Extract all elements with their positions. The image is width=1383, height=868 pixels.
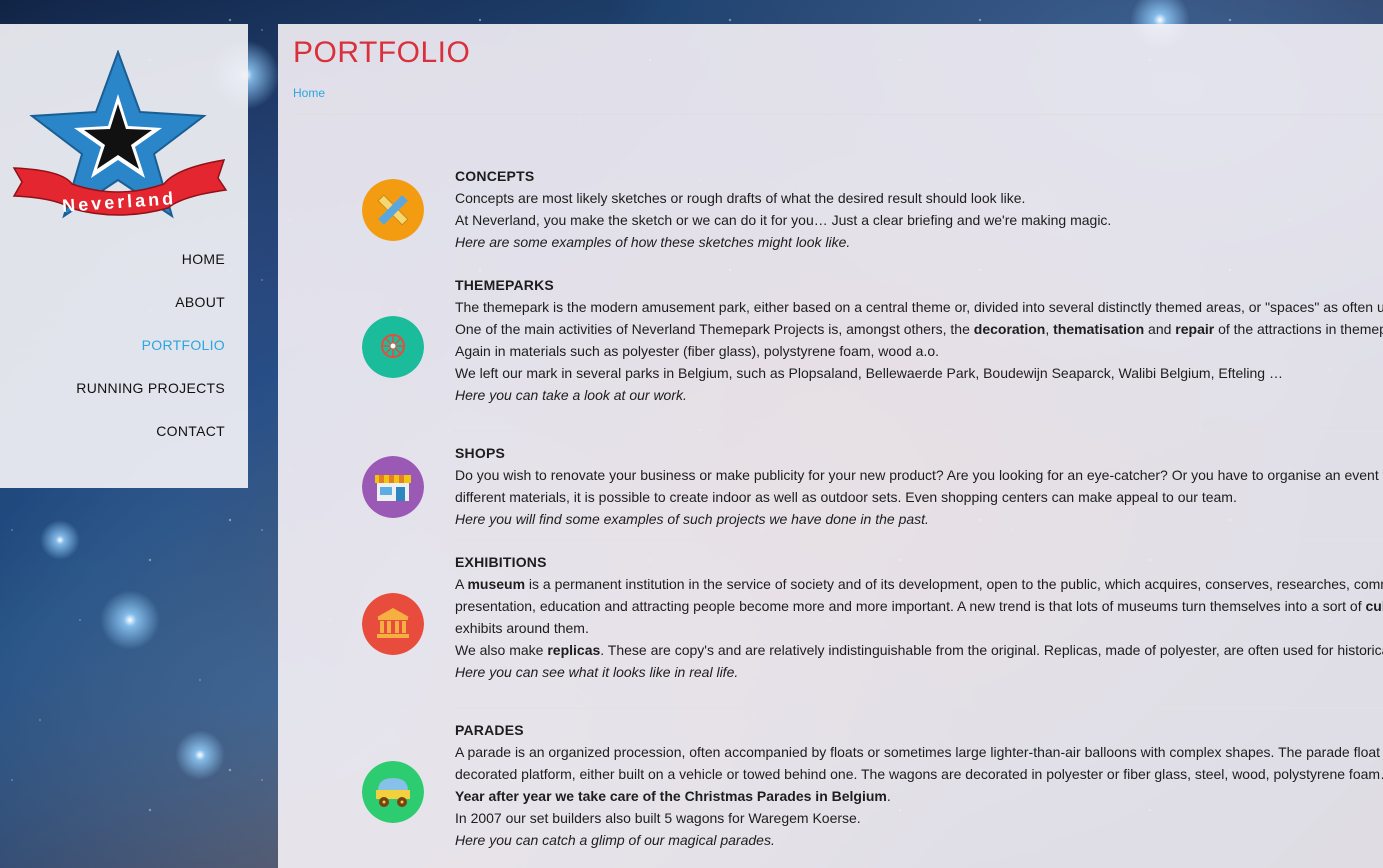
nav-running-projects[interactable]: RUNNING PROJECTS — [76, 379, 225, 422]
section-link[interactable]: Here you can see what it looks like in r… — [455, 664, 738, 680]
section-divider — [455, 431, 1383, 432]
star-flare — [100, 590, 160, 650]
shop-icon[interactable] — [362, 456, 424, 518]
section-text: At Neverland, you make the sketch or we … — [455, 212, 1112, 228]
section-text: exhibits around them. — [455, 620, 589, 636]
section-text: A parade is an organized procession, oft… — [455, 744, 1383, 760]
main-content: PORTFOLIO Home CONCEPTS Concepts are mos… — [278, 24, 1383, 868]
section-text: A museum is a permanent institution in t… — [455, 576, 1383, 592]
nav-portfolio[interactable]: PORTFOLIO — [76, 336, 225, 379]
section-link[interactable]: Here you will find some examples of such… — [455, 511, 929, 527]
page-title: PORTFOLIO — [293, 36, 471, 69]
pencil-ruler-icon[interactable] — [362, 179, 424, 241]
museum-icon[interactable] — [362, 593, 424, 655]
section-divider — [455, 540, 1383, 541]
section-link[interactable]: Here you can catch a glimp of our magica… — [455, 832, 775, 848]
section-divider — [455, 263, 1383, 264]
section-title: PARADES — [455, 722, 524, 738]
section-text: Year after year we take care of the Chri… — [455, 788, 891, 804]
breadcrumb-home[interactable]: Home — [293, 86, 325, 100]
section-text: Do you wish to renovate your business or… — [455, 467, 1383, 483]
section-text: presentation, education and attracting p… — [455, 598, 1383, 614]
section-text: decorated platform, either built on a ve… — [455, 766, 1383, 782]
sidebar: Neverland HOME ABOUT PORTFOLIO RUNNING P… — [0, 24, 248, 488]
section-text: We left our mark in several parks in Bel… — [455, 365, 1283, 381]
section-text: Concepts are most likely sketches or rou… — [455, 190, 1026, 206]
section-title: SHOPS — [455, 445, 506, 461]
section-text: Again in materials such as polyester (fi… — [455, 343, 940, 359]
main-nav: HOME ABOUT PORTFOLIO RUNNING PROJECTS CO… — [76, 250, 225, 465]
nav-about[interactable]: ABOUT — [76, 293, 225, 336]
section-title: CONCEPTS — [455, 168, 535, 184]
star-flare — [40, 520, 80, 560]
section-title: EXHIBITIONS — [455, 554, 547, 570]
section-text: We also make replicas. These are copy's … — [455, 642, 1383, 658]
nav-contact[interactable]: CONTACT — [76, 422, 225, 465]
section-text: In 2007 our set builders also built 5 wa… — [455, 810, 861, 826]
section-link[interactable]: Here you can take a look at our work. — [455, 387, 687, 403]
section-text: different materials, it is possible to c… — [455, 489, 1237, 505]
breadcrumb-divider — [293, 114, 1383, 115]
star-flare — [175, 730, 225, 780]
section-title: THEMEPARKS — [455, 277, 554, 293]
section-text: One of the main activities of Neverland … — [455, 321, 1383, 337]
section-link[interactable]: Here are some examples of how these sket… — [455, 234, 850, 250]
section-text: The themepark is the modern amusement pa… — [455, 299, 1383, 315]
ferris-wheel-icon[interactable] — [362, 316, 424, 378]
section-divider — [455, 708, 1383, 709]
nav-home[interactable]: HOME — [76, 250, 225, 293]
wagon-icon[interactable] — [362, 761, 424, 823]
neverland-logo[interactable]: Neverland — [12, 50, 228, 220]
